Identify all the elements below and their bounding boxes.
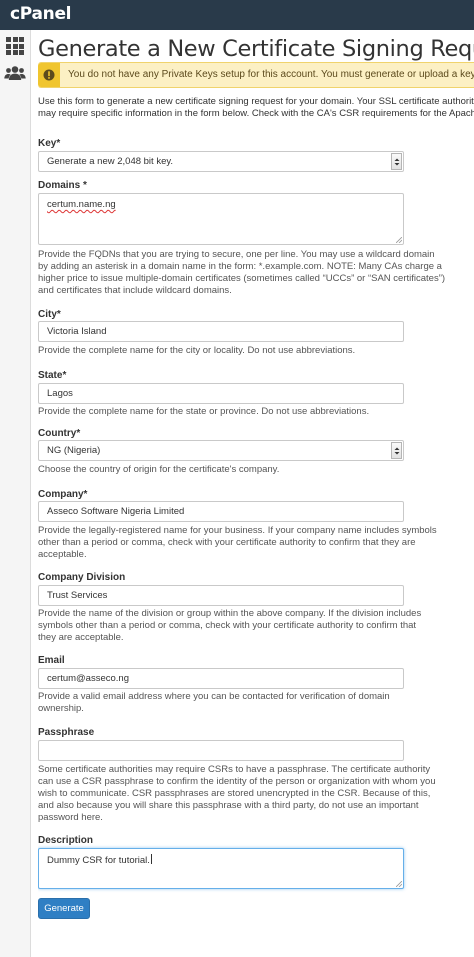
country-label: Country* xyxy=(38,428,81,439)
help-line: Provide the name of the division or grou… xyxy=(38,608,422,619)
key-select[interactable]: Generate a new 2,048 bit key. xyxy=(38,151,404,172)
email-value: certum@asseco.ng xyxy=(47,673,129,684)
domains-label: Domains * xyxy=(38,180,87,191)
domains-textarea[interactable]: certum.name.ng xyxy=(38,193,404,245)
warning-alert: You do not have any Private Keys setup f… xyxy=(38,62,474,88)
passphrase-input[interactable] xyxy=(38,740,404,761)
company-help: Provide the legally-registered name for … xyxy=(38,525,437,561)
generate-button[interactable]: Generate xyxy=(38,898,90,919)
help-line: higher price to issue multiple-domain ce… xyxy=(38,273,446,284)
domains-value: certum.name.ng xyxy=(47,199,116,210)
help-line: wish to communicate. CSR passphrases are… xyxy=(38,788,431,799)
city-input[interactable]: Victoria Island xyxy=(38,321,404,342)
help-line: Some certificate authorities may require… xyxy=(38,764,431,775)
state-input[interactable]: Lagos xyxy=(38,383,404,404)
division-value: Trust Services xyxy=(47,590,108,601)
email-input[interactable]: certum@asseco.ng xyxy=(38,668,404,689)
top-bar: cPanel xyxy=(0,0,474,30)
resize-handle-icon[interactable] xyxy=(396,237,402,243)
division-help: Provide the name of the division or grou… xyxy=(38,608,422,644)
help-line: other than a period or comma, check with… xyxy=(38,537,416,548)
help-line: by adding an asterisk in a domain name i… xyxy=(38,261,442,272)
country-help: Choose the country of origin for the cer… xyxy=(38,464,280,475)
help-line: Provide the FQDNs that you are trying to… xyxy=(38,249,435,260)
help-line: and also because you will share this pas… xyxy=(38,800,419,811)
help-line: ownership. xyxy=(38,703,84,714)
help-line: can use a CSR passphrase to confirm the … xyxy=(38,776,436,787)
key-label: Key* xyxy=(38,138,61,149)
main-content: Generate a New Certificate Signing Reque… xyxy=(38,30,474,957)
chevron-updown-icon xyxy=(391,153,402,170)
description-value: Dummy CSR for tutorial. xyxy=(47,855,150,866)
email-label: Email xyxy=(38,655,65,666)
cpanel-logo[interactable]: cPanel xyxy=(10,4,72,24)
division-input[interactable]: Trust Services xyxy=(38,585,404,606)
division-label: Company Division xyxy=(38,572,126,583)
domains-help: Provide the FQDNs that you are trying to… xyxy=(38,249,446,297)
resize-handle-icon[interactable] xyxy=(396,881,402,887)
description-label: Description xyxy=(38,835,94,846)
intro-text: Use this form to generate a new certific… xyxy=(38,96,474,120)
users-icon[interactable] xyxy=(4,62,26,84)
company-label: Company* xyxy=(38,489,88,500)
help-line: and certificates that include wildcard d… xyxy=(38,285,232,296)
grid-icon[interactable] xyxy=(4,35,26,57)
city-value: Victoria Island xyxy=(47,326,107,337)
help-line: acceptable. xyxy=(38,549,87,560)
help-line: Provide the legally-registered name for … xyxy=(38,525,437,536)
state-value: Lagos xyxy=(47,388,73,399)
help-line: they are acceptable. xyxy=(38,632,124,643)
help-line: symbols other than a period or comma, ch… xyxy=(38,620,417,631)
page-title: Generate a New Certificate Signing Reque… xyxy=(38,36,474,62)
description-textarea[interactable]: Dummy CSR for tutorial. xyxy=(38,848,404,889)
sidebar xyxy=(0,30,31,957)
intro-line: Use this form to generate a new certific… xyxy=(38,96,474,107)
logo-text: cPanel xyxy=(10,4,72,24)
city-help: Provide the complete name for the city o… xyxy=(38,345,356,356)
warning-icon xyxy=(38,63,60,87)
chevron-updown-icon xyxy=(391,442,402,459)
passphrase-help: Some certificate authorities may require… xyxy=(38,764,436,824)
email-help: Provide a valid email address where you … xyxy=(38,691,408,715)
intro-line: may require specific information in the … xyxy=(38,108,474,119)
text-caret xyxy=(150,854,152,864)
company-input[interactable]: Asseco Software Nigeria Limited xyxy=(38,501,404,522)
city-label: City* xyxy=(38,309,61,320)
state-help: Provide the complete name for the state … xyxy=(38,406,370,417)
country-select-value: NG (Nigeria) xyxy=(47,445,101,456)
help-line: password here. xyxy=(38,812,103,823)
key-select-value: Generate a new 2,048 bit key. xyxy=(47,156,174,167)
passphrase-label: Passphrase xyxy=(38,727,95,738)
company-value: Asseco Software Nigeria Limited xyxy=(47,506,185,517)
state-label: State* xyxy=(38,370,67,381)
help-line: Provide a valid email address where you … xyxy=(38,691,390,702)
country-select[interactable]: NG (Nigeria) xyxy=(38,440,404,461)
alert-message: You do not have any Private Keys setup f… xyxy=(68,69,474,80)
